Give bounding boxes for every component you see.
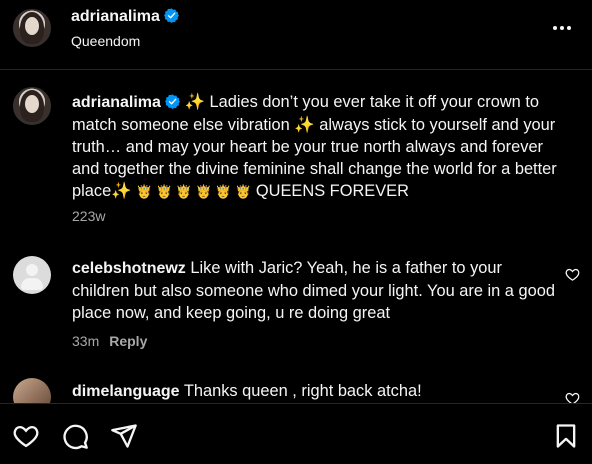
comment-username[interactable]: dimelanguage [72,383,180,400]
sparkle-emoji: ✨ [294,116,315,134]
caption-avatar[interactable] [13,87,51,125]
header-location[interactable]: Queendom [71,33,140,49]
caption-meta: 223w [72,208,105,224]
action-bar [0,403,592,464]
more-horizontal-icon-dot [560,26,564,30]
more-horizontal-icon-dot [553,26,557,30]
default-avatar[interactable] [13,256,51,294]
heart-icon[interactable] [565,267,580,282]
avatar-face [25,17,39,35]
avatar-face [25,95,39,113]
sparkle-emoji: ✨ [184,93,205,111]
sparkle-emoji: ✨ [111,182,132,200]
comment-body: Thanks queen , right back atcha! [179,382,422,400]
post-header: adrianalima Queendom [0,0,592,70]
comment-text: celebshotnewz Like with Jaric? Yeah, he … [72,257,560,324]
header-username[interactable]: adrianalima [71,8,179,26]
verified-badge-icon [164,94,180,109]
caption-username[interactable]: adrianalima [72,94,161,111]
post-comments-panel: adrianalima Queendom adrianalima ✨ Ladie… [0,0,592,464]
caption-text-part-3: QUEENS FOREVER [251,182,409,200]
heart-icon[interactable] [12,422,40,450]
caption-text: adrianalima ✨ Ladies don’t you ever take… [72,91,560,203]
more-horizontal-icon-dot [567,26,571,30]
verified-badge-icon [163,8,179,23]
comment-text: dimelanguage Thanks queen , right back a… [72,380,560,403]
avatar[interactable] [13,9,51,47]
comment-username[interactable]: celebshotnewz [72,260,186,277]
crown-emojis: 🤴 🤴 🤴 🤴 🤴 🤴 [136,184,252,199]
comment-meta: 33m Reply [72,333,147,349]
caption-timestamp[interactable]: 223w [72,208,105,224]
comment-icon[interactable] [61,422,89,450]
bookmark-icon[interactable] [552,422,580,450]
send-icon[interactable] [110,422,138,450]
reply-button[interactable]: Reply [109,333,147,349]
more-options-button[interactable] [550,16,574,40]
comment-timestamp[interactable]: 33m [72,333,99,349]
header-username-label[interactable]: adrianalima [71,8,160,25]
